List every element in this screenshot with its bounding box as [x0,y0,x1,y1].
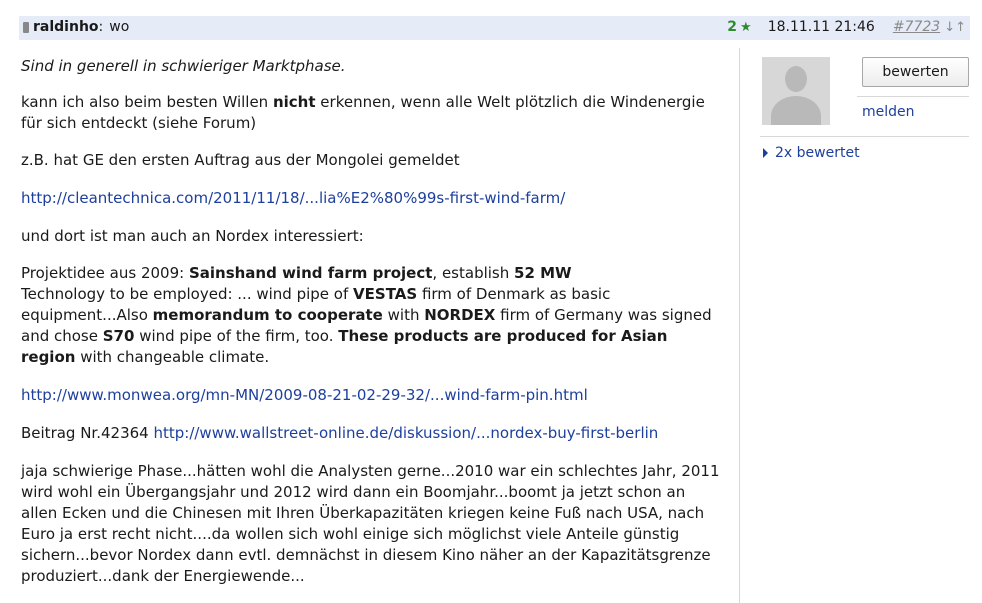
sidebar-divider-line [760,136,969,137]
post-date: 18.11.11 21:46 [767,19,875,35]
username[interactable]: raldinho [33,19,99,35]
text-bold: NORDEX [424,306,496,324]
text: Technology to be employed: ... wind pipe… [21,285,354,303]
rated-count-label: 2x bewertet [775,145,860,161]
rate-button[interactable]: bewerten [862,57,969,87]
text: with changeable climate. [75,348,270,366]
avatar-head-shape [785,66,807,92]
post-link-cleantechnica[interactable]: http://cleantechnica.com/2011/11/18/...l… [21,189,565,207]
report-link[interactable]: melden [862,104,915,120]
mobile-phone-icon [23,21,29,33]
post-paragraph-3: und dort ist man auch an Nordex interess… [21,227,364,245]
post-meta: 2 ★ 18.11.11 21:46 #7723 ↓↑ [727,19,966,35]
post-link-monwea[interactable]: http://www.monwea.org/mn-MN/2009-08-21-0… [21,386,588,404]
previous-post-arrow-icon[interactable]: ↑ [955,20,966,35]
avatar-placeholder[interactable] [762,57,830,125]
post-author: raldinho : wo [23,19,129,35]
post-paragraph-1: kann ich also beim besten Willen nicht e… [21,92,726,134]
triangle-right-icon [763,148,768,158]
post-link-2-paragraph: http://www.monwea.org/mn-MN/2009-08-21-0… [21,385,726,406]
post-reference-label: Beitrag Nr.42364 [21,424,154,442]
text-bold: 52 MW [514,264,572,282]
text: , establish [432,264,515,282]
username-separator: : [98,19,104,35]
text-bold: Sainshand wind farm project [188,264,433,282]
text-bold: nicht [272,93,316,111]
text-bold: S70 [102,327,135,345]
post-intro-quote: Sind in generell in schwieriger Marktpha… [21,57,346,75]
post-link-1-paragraph: http://cleantechnica.com/2011/11/18/...l… [21,188,726,209]
text: Projektidee aus 2009: [21,264,189,282]
sidebar-divider [739,48,740,603]
rating-count: 2 [727,19,738,35]
text: with [382,306,425,324]
post-header: raldinho : wo 2 ★ 18.11.11 21:46 #7723 ↓… [19,16,970,40]
post-link-wallstreet[interactable]: http://www.wallstreet-online.de/diskussi… [153,424,658,442]
next-post-arrow-icon[interactable]: ↓ [944,20,955,35]
text: wind pipe of the firm, too. [134,327,339,345]
rated-toggle[interactable]: 2x bewertet [763,145,860,161]
post-navigation: ↓↑ [944,20,966,35]
avatar-body-shape [771,96,821,125]
text-bold: memorandum to cooperate [152,306,383,324]
post-subject: wo [109,19,130,35]
sidebar-divider-line [857,96,969,97]
post-paragraph-5: Beitrag Nr.42364 http://www.wallstreet-o… [21,423,726,444]
post-paragraph-2: z.B. hat GE den ersten Auftrag aus der M… [21,151,460,169]
text-bold: VESTAS [353,285,418,303]
post-number-link[interactable]: #7723 [893,19,940,35]
post-paragraph-4: Projektidee aus 2009: Sainshand wind far… [21,263,726,368]
post-paragraph-6: jaja schwierige Phase...hätten wohl die … [21,462,720,585]
text: kann ich also beim besten Willen [21,93,273,111]
star-icon: ★ [740,19,752,35]
